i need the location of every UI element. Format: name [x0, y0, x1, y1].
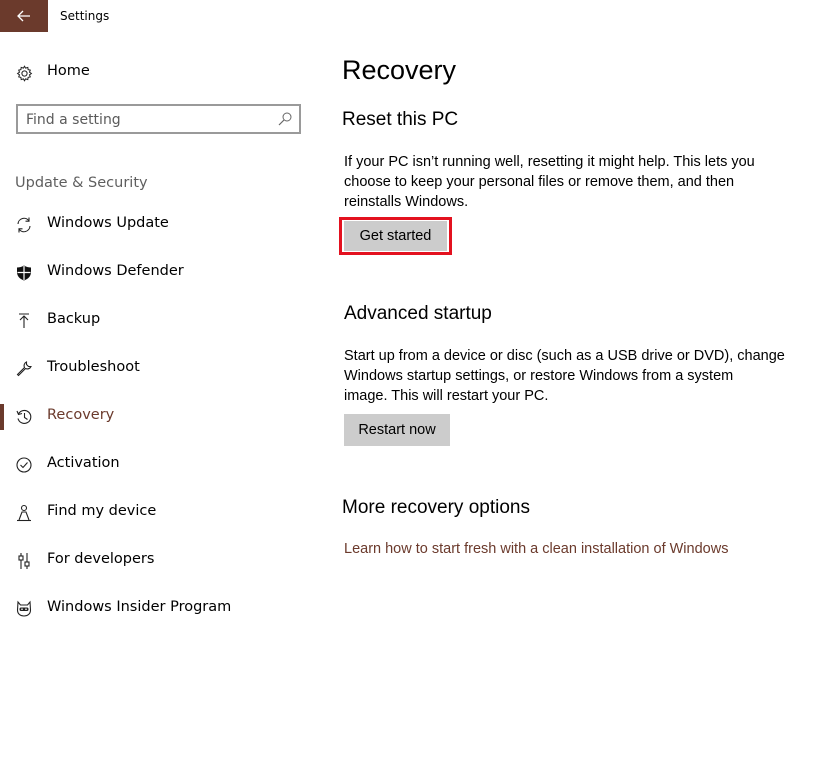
- advanced-startup-description: Start up from a device or disc (such as …: [344, 346, 804, 406]
- sidebar-item-troubleshoot[interactable]: Troubleshoot: [0, 352, 320, 386]
- reset-heading: Reset this PC: [342, 109, 459, 130]
- sidebar-item-label: Troubleshoot: [47, 359, 140, 375]
- clean-install-link[interactable]: Learn how to start fresh with a clean in…: [344, 541, 728, 557]
- sidebar-item-label: Find my device: [47, 503, 157, 519]
- ninja-cat-icon: [15, 600, 33, 618]
- sidebar-item-backup[interactable]: Backup: [0, 304, 320, 338]
- sync-icon: [15, 216, 33, 234]
- sidebar-item-label: Recovery: [47, 407, 115, 423]
- back-arrow-icon: [17, 10, 30, 22]
- wrench-icon: [15, 360, 33, 378]
- sidebar-item-home[interactable]: Home: [0, 60, 320, 86]
- sidebar-item-activation[interactable]: Activation: [0, 448, 320, 482]
- shield-icon: [15, 264, 33, 282]
- back-button[interactable]: [0, 0, 48, 32]
- window-title: Settings: [60, 9, 110, 23]
- reset-description-line: choose to keep your personal files or re…: [344, 174, 735, 190]
- history-icon: [15, 408, 33, 426]
- sidebar-item-label: Windows Update: [47, 215, 169, 231]
- sidebar-item-label: Windows Defender: [47, 263, 184, 279]
- reset-description-line: reinstalls Windows.: [344, 194, 469, 210]
- sidebar-item-label: Activation: [47, 455, 120, 471]
- title-bar: Settings: [0, 0, 813, 32]
- get-started-button[interactable]: Get started: [344, 221, 447, 251]
- gear-icon: [15, 64, 33, 82]
- developer-tools-icon: [15, 552, 33, 570]
- search-box[interactable]: [16, 104, 301, 134]
- sidebar-item-windows-update[interactable]: Windows Update: [0, 208, 320, 242]
- search-icon[interactable]: [277, 111, 293, 127]
- sidebar-item-recovery[interactable]: Recovery: [0, 400, 320, 434]
- sidebar-item-for-developers[interactable]: For developers: [0, 544, 320, 578]
- check-circle-icon: [15, 456, 33, 474]
- selection-indicator: [0, 404, 4, 430]
- sidebar-item-label: Windows Insider Program: [47, 599, 232, 615]
- sidebar-item-find-my-device[interactable]: Find my device: [0, 496, 320, 530]
- advanced-description-line: image. This will restart your PC.: [344, 388, 549, 404]
- sidebar-item-label: For developers: [47, 551, 155, 567]
- sidebar-item-label: Home: [47, 63, 90, 79]
- person-locate-icon: [15, 504, 33, 522]
- reset-description: If your PC isn’t running well, resetting…: [344, 152, 804, 212]
- sidebar-item-windows-insider-program[interactable]: Windows Insider Program: [0, 592, 320, 626]
- sidebar-item-windows-defender[interactable]: Windows Defender: [0, 256, 320, 290]
- advanced-description-line: Windows startup settings, or restore Win…: [344, 368, 734, 384]
- advanced-description-line: Start up from a device or disc (such as …: [344, 348, 785, 364]
- sidebar-item-label: Backup: [47, 311, 101, 327]
- restart-now-button[interactable]: Restart now: [344, 414, 450, 446]
- advanced-startup-heading: Advanced startup: [344, 303, 492, 324]
- reset-description-line: If your PC isn’t running well, resetting…: [344, 154, 755, 170]
- sidebar-section-heading: Update & Security: [15, 175, 148, 191]
- more-recovery-options-heading: More recovery options: [342, 497, 530, 518]
- upload-arrow-icon: [15, 312, 33, 330]
- search-input[interactable]: [26, 110, 266, 130]
- page-title: Recovery: [342, 55, 457, 85]
